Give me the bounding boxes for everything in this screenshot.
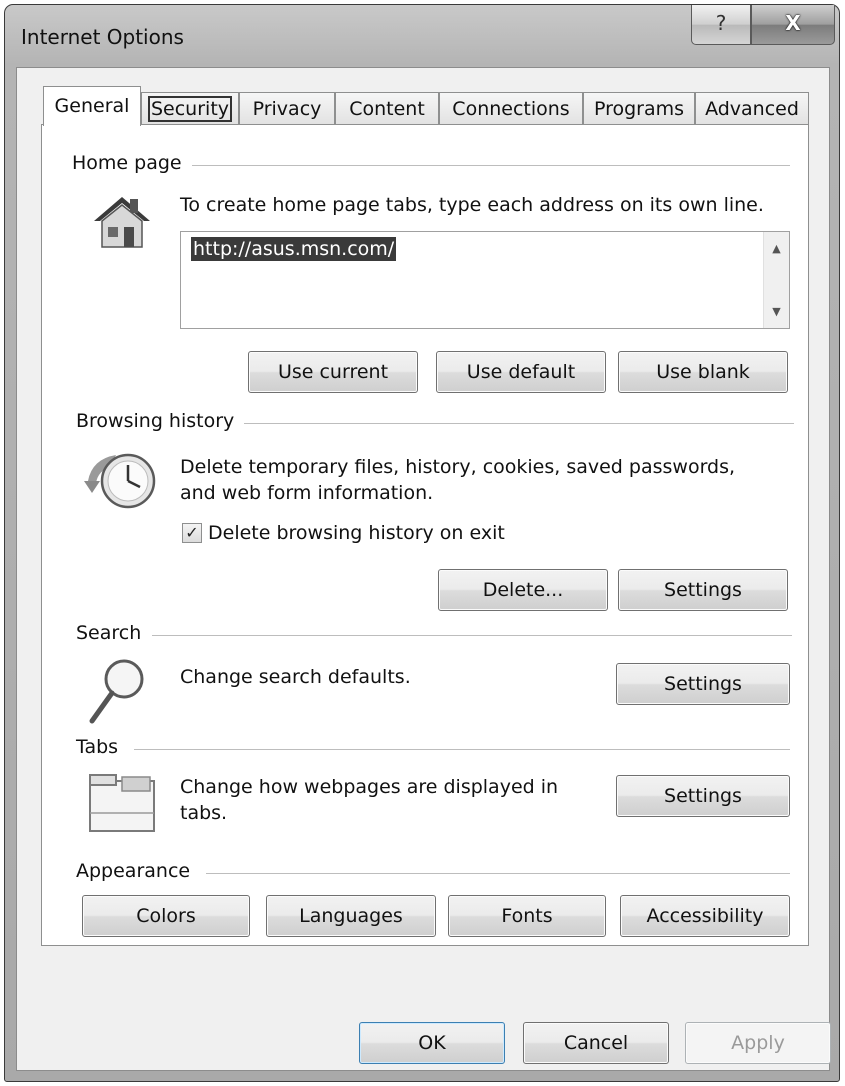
tabs-settings-button[interactable]: Settings <box>616 775 790 817</box>
delete-on-exit-checkbox[interactable]: ✓ <box>182 523 202 543</box>
home-page-address-textarea[interactable]: http://asus.msn.com/ ▲ ▼ <box>180 231 790 329</box>
search-settings-button[interactable]: Settings <box>616 663 790 705</box>
dialog-body: General Security Privacy Content Connect… <box>16 67 831 1071</box>
section-divider <box>162 165 790 166</box>
browsing-history-heading: Browsing history <box>76 410 245 432</box>
tabs-description-line1: Change how webpages are displayed in <box>180 776 559 798</box>
section-divider <box>218 423 794 424</box>
use-default-button[interactable]: Use default <box>436 351 606 393</box>
search-heading: Search <box>76 622 152 644</box>
window-title: Internet Options <box>21 25 184 49</box>
house-icon <box>88 193 152 255</box>
tab-label: General <box>54 95 130 117</box>
browsing-history-settings-button[interactable]: Settings <box>618 569 788 611</box>
help-icon: ? <box>715 11 727 35</box>
tab-label: Security <box>147 96 233 122</box>
appearance-heading: Appearance <box>76 860 201 882</box>
cancel-button[interactable]: Cancel <box>523 1022 669 1064</box>
use-blank-button[interactable]: Use blank <box>618 351 788 393</box>
tabs-heading: Tabs <box>76 736 129 758</box>
apply-button[interactable]: Apply <box>685 1022 831 1064</box>
tabs-window-icon <box>88 773 156 839</box>
tab-privacy[interactable]: Privacy <box>239 92 335 126</box>
browsing-history-description-line1: Delete temporary files, history, cookies… <box>180 456 736 478</box>
delete-on-exit-label[interactable]: Delete browsing history on exit <box>208 521 505 545</box>
scroll-down-arrow-icon[interactable]: ▼ <box>764 305 789 318</box>
tab-label: Connections <box>452 98 570 120</box>
internet-options-window: Internet Options ? X General Security Pr… <box>4 4 840 1082</box>
accessibility-button[interactable]: Accessibility <box>620 895 790 937</box>
section-divider <box>206 873 790 874</box>
tab-security[interactable]: Security <box>141 92 239 126</box>
home-page-address-value: http://asus.msn.com/ <box>191 237 397 261</box>
magnifier-icon <box>86 655 150 731</box>
textarea-scrollbar[interactable]: ▲ ▼ <box>763 232 789 328</box>
tab-general[interactable]: General <box>43 86 141 126</box>
tab-content[interactable]: Content <box>335 92 439 126</box>
history-clock-icon <box>82 447 158 517</box>
title-bar[interactable]: Internet Options ? X <box>5 5 839 71</box>
section-divider <box>134 749 790 750</box>
languages-button[interactable]: Languages <box>266 895 436 937</box>
search-description: Change search defaults. <box>180 666 411 688</box>
tab-label: Content <box>349 98 425 120</box>
delete-button[interactable]: Delete... <box>438 569 608 611</box>
use-current-button[interactable]: Use current <box>248 351 418 393</box>
section-divider <box>152 635 792 636</box>
tab-programs[interactable]: Programs <box>583 92 695 126</box>
fonts-button[interactable]: Fonts <box>448 895 606 937</box>
help-button[interactable]: ? <box>691 5 751 45</box>
tab-label: Advanced <box>705 98 799 120</box>
tab-label: Privacy <box>252 98 322 120</box>
tab-advanced[interactable]: Advanced <box>695 92 809 126</box>
tabs-description-line2: tabs. <box>180 802 228 824</box>
tab-label: Programs <box>593 98 685 120</box>
colors-button[interactable]: Colors <box>82 895 250 937</box>
tab-connections[interactable]: Connections <box>439 92 583 126</box>
close-icon: X <box>785 11 801 35</box>
home-page-heading: Home page <box>72 152 192 174</box>
close-button[interactable]: X <box>751 5 835 45</box>
scroll-up-arrow-icon[interactable]: ▲ <box>764 242 789 255</box>
ok-button[interactable]: OK <box>359 1022 505 1064</box>
checkmark-icon: ✓ <box>185 523 199 542</box>
general-tab-panel: Home page To create home page tabs, type… <box>41 124 809 946</box>
browsing-history-description-line2: and web form information. <box>180 482 434 504</box>
home-page-description: To create home page tabs, type each addr… <box>180 194 764 216</box>
